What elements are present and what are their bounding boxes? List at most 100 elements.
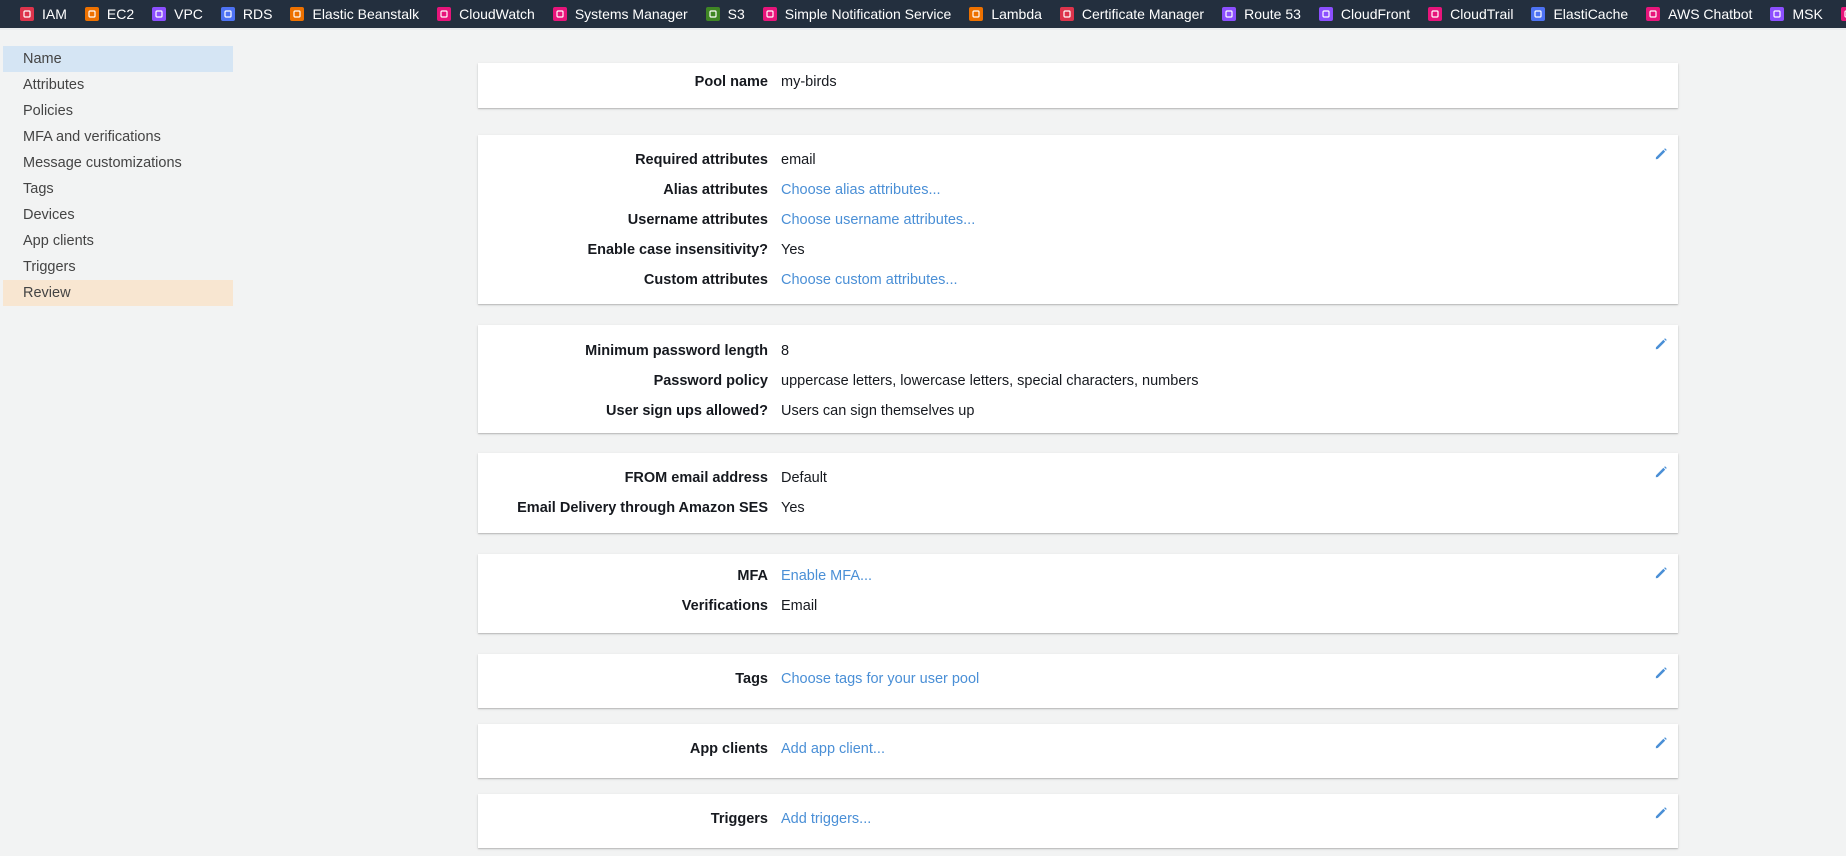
service-shortcut-label: CloudTrail [1450, 6, 1514, 22]
field-link[interactable]: Choose tags for your user pool [781, 667, 979, 691]
service-shortcut-msk[interactable]: MSK [1770, 0, 1823, 28]
field-link[interactable]: Choose username attributes... [781, 208, 975, 232]
s3-icon [705, 7, 720, 21]
review-section-tags: Tags Choose tags for your user pool [478, 654, 1678, 708]
review-section-policies: Minimum password length 8 Password policy u… [478, 325, 1678, 433]
field-label: Required attributes [635, 152, 768, 168]
review-section-name: Pool name my-birds [478, 63, 1678, 108]
nav-item-review[interactable]: Review [3, 280, 233, 306]
field-link[interactable]: Choose custom attributes... [781, 268, 958, 292]
field-value: Default [781, 470, 827, 486]
nav-item-triggers[interactable]: Triggers [3, 254, 233, 280]
service-shortcut-label: Lambda [991, 6, 1042, 22]
review-row: Triggers Add triggers... [478, 807, 1678, 831]
nav-item-message-customizations[interactable]: Message customizations [3, 150, 233, 176]
review-section-app-clients: App clients Add app client... [478, 724, 1678, 778]
nav-item-attributes[interactable]: Attributes [3, 72, 233, 98]
pencil-icon[interactable] [1654, 806, 1670, 822]
field-label: Password policy [653, 373, 768, 389]
pencil-icon[interactable] [1654, 566, 1670, 582]
field-label: Triggers [710, 811, 768, 827]
pencil-icon[interactable] [1654, 666, 1670, 682]
service-shortcut-iam[interactable]: IAM [20, 0, 67, 28]
review-row: Username attributes Choose username attri… [478, 208, 1678, 232]
service-shortcut-vpc[interactable]: VPC [152, 0, 203, 28]
field-label: Alias attributes [663, 182, 768, 198]
elastic-beanstalk-icon [290, 7, 305, 21]
service-shortcut-resource-groups[interactable]: Resource Groups & Tag Editor [1840, 0, 1846, 28]
service-shortcut-label: Certificate Manager [1081, 6, 1205, 22]
field-value: email [781, 152, 816, 168]
service-shortcut-elasticache[interactable]: ElastiCache [1531, 0, 1628, 28]
review-section-mfa-verifications: MFA Enable MFA... Verifications Email [478, 554, 1678, 633]
field-label: App clients [689, 741, 768, 757]
service-shortcut-elastic-beanstalk[interactable]: Elastic Beanstalk [290, 0, 420, 28]
aws-chatbot-icon [1646, 7, 1661, 21]
pencil-icon[interactable] [1654, 147, 1670, 163]
nav-item-devices[interactable]: Devices [3, 202, 233, 228]
service-shortcut-label: S3 [727, 6, 745, 22]
nav-item-name[interactable]: Name [3, 46, 233, 72]
field-label: Minimum password length [585, 343, 768, 359]
service-shortcut-cloudwatch[interactable]: CloudWatch [437, 0, 535, 28]
review-row: Email Delivery through Amazon SES Yes [478, 496, 1678, 520]
field-label: Enable case insensitivity? [587, 242, 768, 258]
iam-icon [20, 7, 34, 21]
service-shortcut-label: Simple Notification Service [784, 6, 952, 22]
service-shortcut-certificate-manager[interactable]: Certificate Manager [1059, 0, 1205, 28]
cloudtrail-icon [1428, 7, 1443, 21]
field-value: Yes [781, 242, 805, 258]
sns-icon [762, 7, 777, 21]
service-shortcut-label: CloudFront [1340, 6, 1411, 22]
review-row: Custom attributes Choose custom attribute… [478, 268, 1678, 292]
field-link[interactable]: Add app client... [781, 737, 885, 761]
service-shortcut-ec2[interactable]: EC2 [84, 0, 135, 28]
field-label: Verifications [681, 598, 768, 614]
resource-groups-icon [1840, 7, 1846, 21]
cloudfront-icon [1318, 7, 1333, 21]
field-link[interactable]: Choose alias attributes... [781, 178, 941, 202]
nav-item-tags[interactable]: Tags [3, 176, 233, 202]
service-shortcut-cloudtrail[interactable]: CloudTrail [1428, 0, 1514, 28]
service-shortcut-label: IAM [42, 6, 67, 22]
service-shortcut-systems-manager[interactable]: Systems Manager [552, 0, 688, 28]
service-shortcut-lambda[interactable]: Lambda [969, 0, 1042, 28]
service-shortcut-sns[interactable]: Simple Notification Service [762, 0, 952, 28]
lambda-icon [969, 7, 984, 21]
field-value: 8 [781, 343, 790, 359]
pencil-icon[interactable] [1654, 736, 1670, 752]
review-section-message-customizations: FROM email address Default Email Delivery … [478, 453, 1678, 533]
field-label: Email Delivery through Amazon SES [517, 500, 768, 516]
service-shortcut-label: Systems Manager [574, 6, 688, 22]
pencil-icon[interactable] [1654, 465, 1670, 481]
route-53-icon [1222, 7, 1237, 21]
review-row: Minimum password length 8 [478, 339, 1678, 363]
ec2-icon [84, 7, 99, 21]
service-shortcut-s3[interactable]: S3 [705, 0, 745, 28]
review-row: User sign ups allowed? Users can sign the… [478, 399, 1678, 423]
wizard-step-nav: Name Attributes Policies MFA and verificati… [0, 46, 236, 306]
service-shortcut-label: Elastic Beanstalk [312, 6, 420, 22]
review-row: Alias attributes Choose alias attributes.… [478, 178, 1678, 202]
field-value: uppercase letters, lowercase letters, sp… [781, 373, 1199, 389]
service-shortcut-rds[interactable]: RDS [220, 0, 272, 28]
systems-manager-icon [552, 7, 567, 21]
nav-item-app-clients[interactable]: App clients [3, 228, 233, 254]
review-row: MFA Enable MFA... [478, 564, 1678, 588]
field-link[interactable]: Enable MFA... [781, 564, 872, 588]
pencil-icon[interactable] [1654, 337, 1670, 353]
field-link[interactable]: Add triggers... [781, 807, 871, 831]
nav-item-mfa-and-verifications[interactable]: MFA and verifications [3, 124, 233, 150]
field-value: my-birds [781, 74, 837, 90]
service-shortcut-aws-chatbot[interactable]: AWS Chatbot [1646, 0, 1753, 28]
service-shortcut-route-53[interactable]: Route 53 [1222, 0, 1301, 28]
review-row: Pool name my-birds [478, 70, 1678, 94]
service-shortcut-cloudfront[interactable]: CloudFront [1318, 0, 1411, 28]
service-shortcut-label: EC2 [106, 6, 135, 22]
service-shortcut-label: Route 53 [1244, 6, 1301, 22]
nav-item-policies[interactable]: Policies [3, 98, 233, 124]
field-value: Yes [781, 500, 805, 516]
service-shortcut-label: AWS Chatbot [1668, 6, 1753, 22]
review-row: Enable case insensitivity? Yes [478, 238, 1678, 262]
field-label: Custom attributes [643, 272, 768, 288]
